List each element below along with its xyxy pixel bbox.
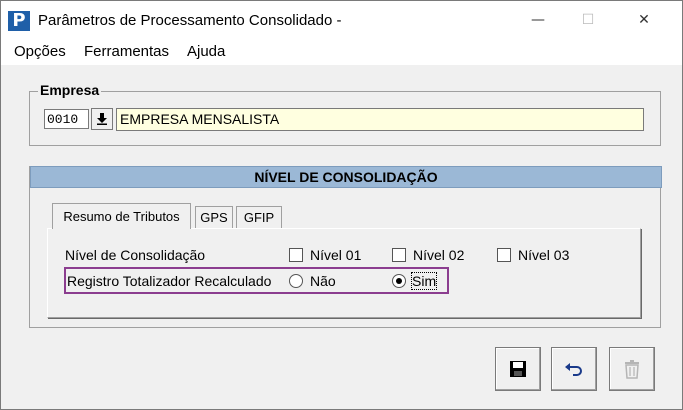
save-button[interactable] bbox=[495, 347, 541, 391]
trash-icon bbox=[625, 360, 639, 379]
sim-label[interactable]: Sim bbox=[410, 272, 438, 290]
company-lookup-button[interactable] bbox=[91, 108, 113, 130]
nivel-01-label[interactable]: Nível 01 bbox=[310, 247, 361, 263]
nivel-section-header: NÍVEL DE CONSOLIDAÇÃO bbox=[30, 166, 662, 188]
company-code-input[interactable]: 0010 bbox=[44, 109, 89, 129]
nivel-03-checkbox[interactable] bbox=[497, 248, 511, 262]
nivel-01-checkbox[interactable] bbox=[289, 248, 303, 262]
undo-button[interactable] bbox=[551, 347, 597, 391]
delete-button[interactable] bbox=[609, 347, 655, 391]
nivel-02-checkbox[interactable] bbox=[392, 248, 406, 262]
menu-ferramentas[interactable]: Ferramentas bbox=[84, 43, 169, 60]
close-button[interactable]: ✕ bbox=[621, 1, 667, 39]
company-name-field[interactable]: EMPRESA MENSALISTA bbox=[116, 108, 644, 131]
empresa-legend: Empresa bbox=[38, 82, 102, 98]
app-icon: P bbox=[8, 11, 30, 31]
sim-radio[interactable] bbox=[392, 274, 406, 288]
download-arrow-icon bbox=[97, 113, 107, 125]
maximize-button[interactable]: ☐ bbox=[565, 1, 611, 39]
nivel-consolidacao-label: Nível de Consolidação bbox=[65, 247, 206, 263]
menu-bar: Opções Ferramentas Ajuda bbox=[1, 39, 682, 65]
nivel-03-label[interactable]: Nível 03 bbox=[518, 247, 569, 263]
menu-opcoes[interactable]: Opções bbox=[14, 43, 66, 60]
tab-gfip[interactable]: GFIP bbox=[236, 206, 282, 228]
minimize-icon: — bbox=[531, 12, 545, 28]
floppy-disk-icon bbox=[510, 361, 526, 377]
menu-ajuda[interactable]: Ajuda bbox=[187, 43, 225, 60]
title-bar[interactable]: P Parâmetros de Processamento Consolidad… bbox=[1, 1, 682, 39]
nivel-02-label[interactable]: Nível 02 bbox=[413, 247, 464, 263]
tab-resumo-tributos[interactable]: Resumo de Tributos bbox=[52, 203, 191, 229]
nao-radio[interactable] bbox=[289, 274, 303, 288]
close-icon: ✕ bbox=[638, 12, 650, 28]
nao-label[interactable]: Não bbox=[310, 273, 336, 289]
tab-gps[interactable]: GPS bbox=[195, 206, 233, 228]
window-title: Parâmetros de Processamento Consolidado … bbox=[38, 12, 342, 29]
minimize-button[interactable]: — bbox=[515, 1, 561, 39]
maximize-icon: ☐ bbox=[581, 12, 595, 28]
registro-totalizador-label: Registro Totalizador Recalculado bbox=[67, 273, 272, 289]
undo-icon bbox=[565, 363, 582, 376]
application-window: P Parâmetros de Processamento Consolidad… bbox=[0, 0, 683, 410]
